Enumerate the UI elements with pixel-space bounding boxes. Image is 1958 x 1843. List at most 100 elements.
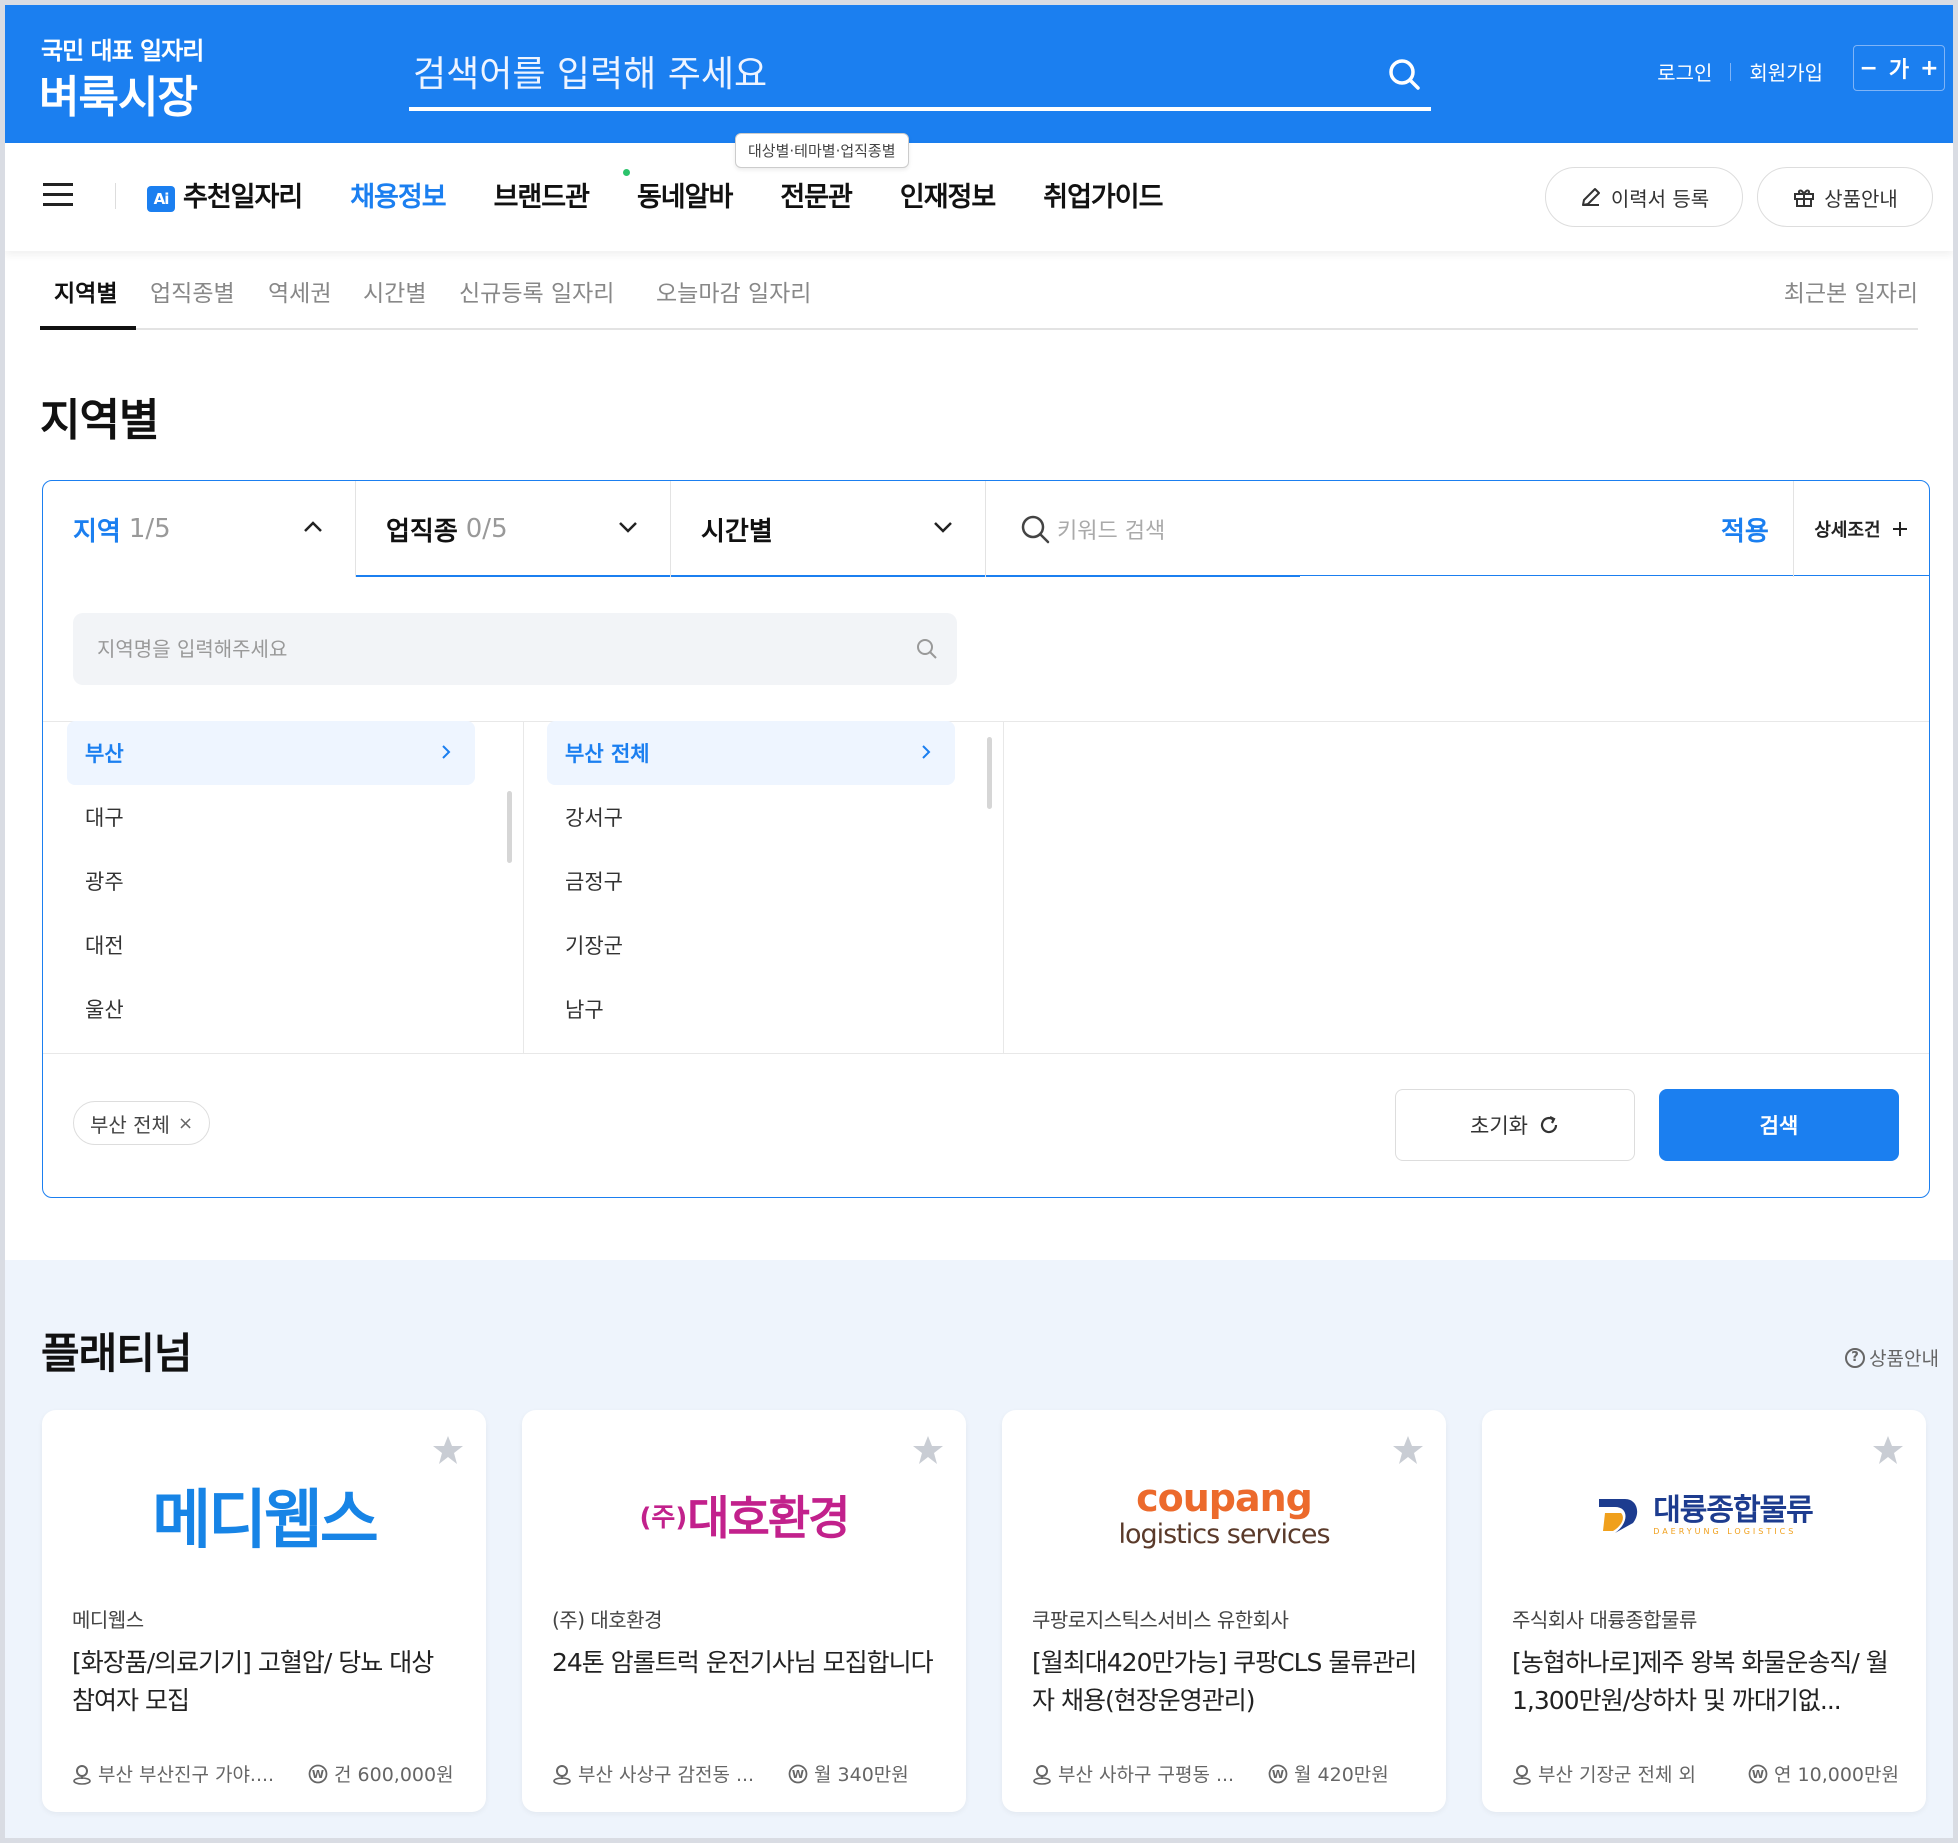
region-item-selected[interactable]: 부산 [67, 721, 475, 785]
page-title: 지역별 [40, 395, 159, 446]
scrollbar[interactable] [507, 791, 512, 863]
filter-tab-industry[interactable]: 업직종 0/5 [356, 481, 670, 577]
gift-icon [1794, 189, 1815, 207]
active-tab-underline [40, 326, 136, 330]
district-item-selected[interactable]: 부산 전체 [547, 721, 955, 785]
company-logo: coupang logistics services [1002, 1460, 1446, 1570]
search-icon[interactable] [1385, 55, 1425, 95]
font-decrease-button[interactable]: − [1859, 56, 1877, 81]
filter-tab-time[interactable]: 시간별 [671, 481, 985, 577]
filter-tab-label: 업직종 [386, 516, 458, 547]
filter-panel: 지역 1/5 업직종 0/5 시간별 키워드 검색 적용 상세조건 지역명을 입… [42, 480, 1930, 1198]
location-icon [1033, 1764, 1051, 1785]
menu-icon[interactable] [43, 183, 73, 207]
plus-icon [1892, 522, 1907, 536]
job-title[interactable]: [농협하나로]제주 왕복 화물운송직/ 월1,300만원/상하차 및 까대기없.… [1512, 1644, 1902, 1724]
signup-link[interactable]: 회원가입 [1749, 57, 1823, 86]
job-pay: 월 420만원 [1294, 1764, 1389, 1786]
nav-item-recommended[interactable]: Ai 추천일자리 [147, 175, 303, 214]
filter-tab-count: 1/5 [128, 514, 171, 544]
nav-item-talent[interactable]: 인재정보 [900, 175, 996, 214]
company-name: 메디웹스 [72, 1608, 144, 1632]
location-icon [553, 1764, 571, 1785]
company-name: (주) 대호환경 [552, 1608, 662, 1632]
job-pay: 연 10,000만원 [1774, 1764, 1899, 1786]
job-pay: 건 600,000원 [334, 1764, 454, 1786]
close-icon[interactable]: × [178, 1113, 193, 1134]
district-item[interactable]: 남구 [547, 977, 955, 1041]
nav-item-brand[interactable]: 브랜드관 [494, 175, 590, 214]
section-title: 플래티넘 [41, 1329, 193, 1378]
chevron-down-icon [619, 522, 637, 533]
platinum-section: 플래티넘 ? 상품안내 메디웹스 메디웹스 [화장품/의료기기] 고혈압/ 당뇨… [5, 1260, 1953, 1838]
nav-label: 동네알바 [636, 182, 733, 213]
district-item[interactable]: 강서구 [547, 785, 955, 849]
nav-label: 추천일자리 [183, 182, 303, 213]
won-icon: W [1268, 1764, 1288, 1783]
district-item[interactable]: 기장군 [547, 913, 955, 977]
product-info-link[interactable]: ? 상품안내 [1845, 1344, 1939, 1371]
filter-tab-label: 지역 [73, 516, 121, 547]
product-info-button[interactable]: 상품안내 [1757, 167, 1933, 227]
tab-time[interactable]: 시간별 [363, 274, 426, 308]
region-item[interactable]: 대구 [67, 785, 475, 849]
job-title[interactable]: 24톤 암롤트럭 운전기사님 모집합니다 [552, 1644, 942, 1724]
job-pay: 월 340만원 [814, 1764, 909, 1786]
tab-station[interactable]: 역세권 [268, 274, 331, 308]
detail-conditions-button[interactable]: 상세조건 [1793, 481, 1929, 577]
tab-region[interactable]: 지역별 [54, 274, 117, 308]
job-card[interactable]: 메디웹스 메디웹스 [화장품/의료기기] 고혈압/ 당뇨 대상 참여자 모집 부… [42, 1410, 486, 1812]
tab-closing[interactable]: 오늘마감 일자리 [656, 274, 811, 308]
tab-new[interactable]: 신규등록 일자리 [459, 274, 614, 308]
job-title[interactable]: [화장품/의료기기] 고혈압/ 당뇨 대상 참여자 모집 [72, 1644, 462, 1724]
job-location: 부산 사상구 감전동 ... [578, 1764, 755, 1786]
svg-text:W: W [312, 1768, 324, 1781]
reset-button[interactable]: 초기화 [1395, 1089, 1635, 1161]
region-item[interactable]: 광주 [67, 849, 475, 913]
search-icon[interactable] [915, 637, 939, 661]
recent-jobs-link[interactable]: 최근본 일자리 [1784, 274, 1918, 308]
sub-tabs: 지역별 업직종별 역세권 시간별 신규등록 일자리 오늘마감 일자리 최근본 일… [40, 252, 1918, 330]
nav-item-jobs[interactable]: 채용정보 [350, 175, 446, 214]
tab-industry[interactable]: 업직종별 [150, 274, 235, 308]
logo[interactable]: 벼룩시장 [39, 61, 198, 125]
logo-text: 메디웹스 [152, 1484, 379, 1558]
nav-item-local[interactable]: 동네알바 [622, 169, 733, 214]
divider [1003, 721, 1004, 1053]
nav-item-special[interactable]: 전문관 [780, 175, 853, 214]
job-card[interactable]: (주) 대호환경 (주) 대호환경 24톤 암롤트럭 운전기사님 모집합니다 부… [522, 1410, 966, 1812]
nav-item-guide[interactable]: 취업가이드 [1043, 175, 1163, 214]
search-icon [1021, 515, 1050, 544]
new-dot [622, 169, 630, 176]
region-item[interactable]: 대전 [67, 913, 475, 977]
company-logo: (주) 대호환경 [522, 1460, 966, 1570]
resume-register-label: 이력서 등록 [1610, 186, 1710, 211]
region-search-input[interactable] [97, 613, 877, 685]
main-search-input[interactable] [413, 45, 1353, 103]
product-info-label: 상품안내 [1869, 1348, 1939, 1370]
account-links: 로그인 회원가입 [1657, 57, 1823, 86]
resume-register-button[interactable]: 이력서 등록 [1545, 167, 1743, 227]
font-increase-button[interactable]: + [1920, 56, 1938, 81]
scrollbar[interactable] [987, 737, 992, 809]
chevron-down-icon [934, 522, 952, 533]
job-title[interactable]: [월최대420만가능] 쿠팡CLS 물류관리자 채용(현장운영관리) [1032, 1644, 1422, 1724]
ai-icon: Ai [147, 185, 175, 212]
divider [985, 481, 986, 577]
filter-tab-region[interactable]: 지역 1/5 [43, 481, 355, 577]
job-card[interactable]: coupang logistics services 쿠팡로지스틱스서비스 유한… [1002, 1410, 1446, 1812]
keyword-search[interactable]: 키워드 검색 [1019, 481, 1165, 577]
svg-text:W: W [1752, 1768, 1764, 1781]
logo-text: 대륭종합물류 [1653, 1492, 1814, 1528]
help-icon: ? [1845, 1347, 1866, 1368]
login-link[interactable]: 로그인 [1657, 57, 1712, 86]
font-size-control: − 가 + [1853, 45, 1945, 91]
region-item[interactable]: 울산 [67, 977, 475, 1041]
apply-button[interactable]: 적용 [1721, 511, 1769, 548]
svg-text:W: W [792, 1768, 804, 1781]
district-item[interactable]: 금정구 [547, 849, 955, 913]
selected-chip[interactable]: 부산 전체 × [73, 1101, 211, 1145]
search-button[interactable]: 검색 [1659, 1089, 1899, 1161]
keyword-placeholder: 키워드 검색 [1057, 519, 1166, 544]
job-card[interactable]: 대륭종합물류 DAERYUNG LOGISTICS 주식회사 대륭종합물류 [농… [1482, 1410, 1926, 1812]
